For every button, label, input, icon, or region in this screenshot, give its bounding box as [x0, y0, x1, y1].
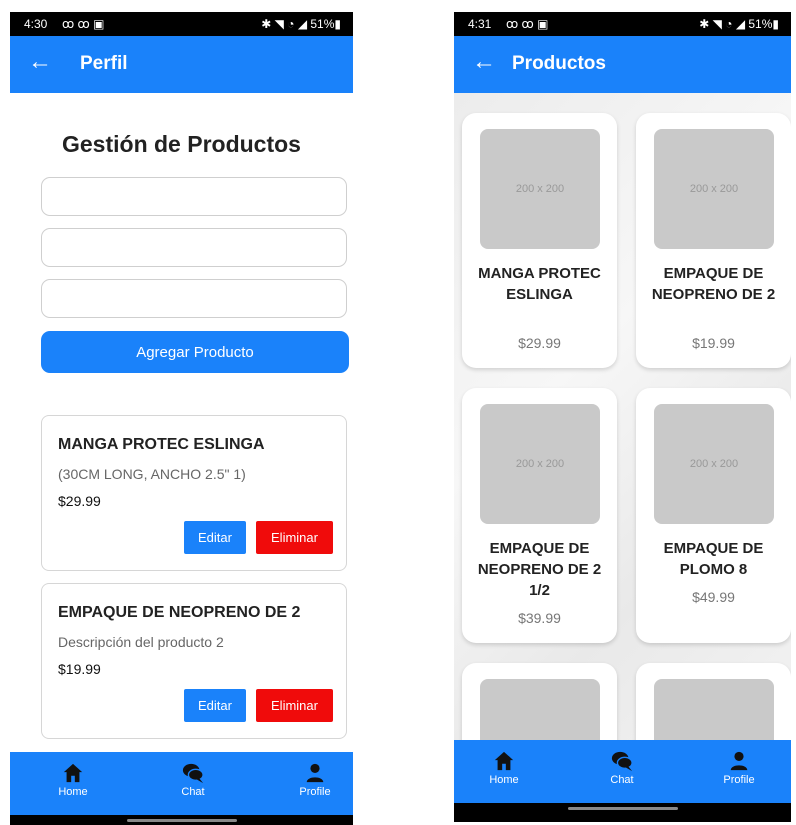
product-name: EMPAQUE DE NEOPRENO DE 2: [651, 265, 776, 303]
product-price: $29.99: [58, 493, 101, 509]
status-system-icons: ✱ ◥ ◔ ◢ 51%▮: [699, 17, 779, 31]
status-system-icons: ✱ ◥ ◔ ◢ 51%▮: [261, 17, 341, 31]
home-icon: [494, 751, 514, 771]
status-bar: 4:31 ꝏ ꝏ ▣ ✱ ◥ ◔ ◢ 51%▮: [454, 12, 791, 36]
nav-chat[interactable]: Chat: [582, 750, 662, 786]
product-image-placeholder: 200 x 200: [480, 129, 600, 249]
page-title: Productos: [512, 53, 606, 74]
product-card[interactable]: 200 x 200 EMPAQUE DE NEOPRENO DE 2 1/2 $…: [462, 388, 617, 643]
back-arrow-icon[interactable]: ←: [28, 48, 52, 76]
chat-bubbles-icon: [182, 763, 204, 784]
product-price: $19.99: [58, 661, 101, 677]
system-home-bar: [454, 803, 791, 822]
product-description: (30CM LONG, ANCHO 2.5" 1): [58, 466, 246, 482]
app-bar: ← Perfil: [10, 36, 353, 93]
status-notification-icons: ꝏ ꝏ ▣: [506, 17, 549, 31]
product-name: EMPAQUE DE NEOPRENO DE 2 1/2: [477, 540, 602, 599]
user-icon: [306, 763, 324, 783]
product-price: $39.99: [518, 610, 561, 626]
nav-chat[interactable]: Chat: [153, 762, 233, 798]
nav-profile[interactable]: Profile: [699, 750, 779, 786]
nav-chat-label: Chat: [610, 774, 634, 786]
nav-home[interactable]: Home: [464, 750, 544, 786]
status-bar: 4:30 ꝏ ꝏ ▣ ✱ ◥ ◔ ◢ 51%▮: [10, 12, 353, 36]
product-description-input[interactable]: [41, 228, 347, 267]
status-notification-icons: ꝏ ꝏ ▣: [62, 17, 105, 31]
bottom-nav: Home Chat Profile: [10, 752, 353, 815]
nav-chat-label: Chat: [181, 786, 205, 798]
user-icon: [730, 751, 748, 771]
edit-button[interactable]: Editar: [184, 521, 246, 554]
product-card: EMPAQUE DE NEOPRENO DE 2 Descripción del…: [41, 583, 347, 739]
nav-profile-label: Profile: [299, 786, 331, 798]
product-grid: 200 x 200 MANGA PROTEC ESLINGA $29.99 20…: [454, 93, 791, 783]
back-arrow-icon[interactable]: ←: [472, 48, 496, 76]
status-time: 4:30: [24, 17, 48, 31]
home-indicator[interactable]: [126, 819, 237, 822]
product-card[interactable]: 200 x 200 EMPAQUE DE NEOPRENO DE 2 $19.9…: [636, 113, 791, 368]
product-name: EMPAQUE DE PLOMO 8: [663, 540, 764, 578]
products-screen: 4:31 ꝏ ꝏ ▣ ✱ ◥ ◔ ◢ 51%▮ ← Productos 200 …: [454, 12, 791, 822]
product-image-placeholder: 200 x 200: [654, 129, 774, 249]
nav-profile-label: Profile: [723, 774, 755, 786]
delete-button[interactable]: Eliminar: [256, 689, 333, 722]
product-card[interactable]: 200 x 200 MANGA PROTEC ESLINGA $29.99: [462, 113, 617, 368]
product-card[interactable]: 200 x 200 EMPAQUE DE PLOMO 8 $49.99: [636, 388, 791, 643]
product-price: $29.99: [518, 335, 561, 351]
add-product-button[interactable]: Agregar Producto: [41, 331, 349, 373]
system-home-bar: [10, 815, 353, 825]
product-image-placeholder: 200 x 200: [654, 404, 774, 524]
product-name-input[interactable]: [41, 177, 347, 216]
nav-home-label: Home: [58, 786, 88, 798]
home-indicator[interactable]: [567, 807, 678, 810]
home-icon: [63, 763, 83, 783]
nav-home[interactable]: Home: [33, 762, 113, 798]
product-price: $49.99: [692, 589, 735, 605]
product-image-placeholder: 200 x 200: [480, 404, 600, 524]
delete-button[interactable]: Eliminar: [256, 521, 333, 554]
status-time: 4:31: [468, 17, 492, 31]
bottom-nav: Home Chat Profile: [454, 740, 791, 803]
product-description: Descripción del producto 2: [58, 634, 224, 650]
app-bar: ← Productos: [454, 36, 791, 93]
form-title: Gestión de Productos: [62, 131, 301, 157]
product-card: MANGA PROTEC ESLINGA (30CM LONG, ANCHO 2…: [41, 415, 347, 571]
product-name: MANGA PROTEC ESLINGA: [58, 436, 265, 453]
product-name: EMPAQUE DE NEOPRENO DE 2: [58, 604, 301, 621]
profile-screen: 4:30 ꝏ ꝏ ▣ ✱ ◥ ◔ ◢ 51%▮ ← Perfil Gestión…: [10, 12, 353, 825]
nav-profile[interactable]: Profile: [275, 762, 353, 798]
page-title: Perfil: [80, 53, 128, 74]
product-price: $19.99: [692, 335, 735, 351]
nav-home-label: Home: [489, 774, 519, 786]
edit-button[interactable]: Editar: [184, 689, 246, 722]
product-name: MANGA PROTEC ESLINGA: [478, 265, 601, 303]
product-price-input[interactable]: [41, 279, 347, 318]
chat-bubbles-icon: [611, 751, 633, 772]
